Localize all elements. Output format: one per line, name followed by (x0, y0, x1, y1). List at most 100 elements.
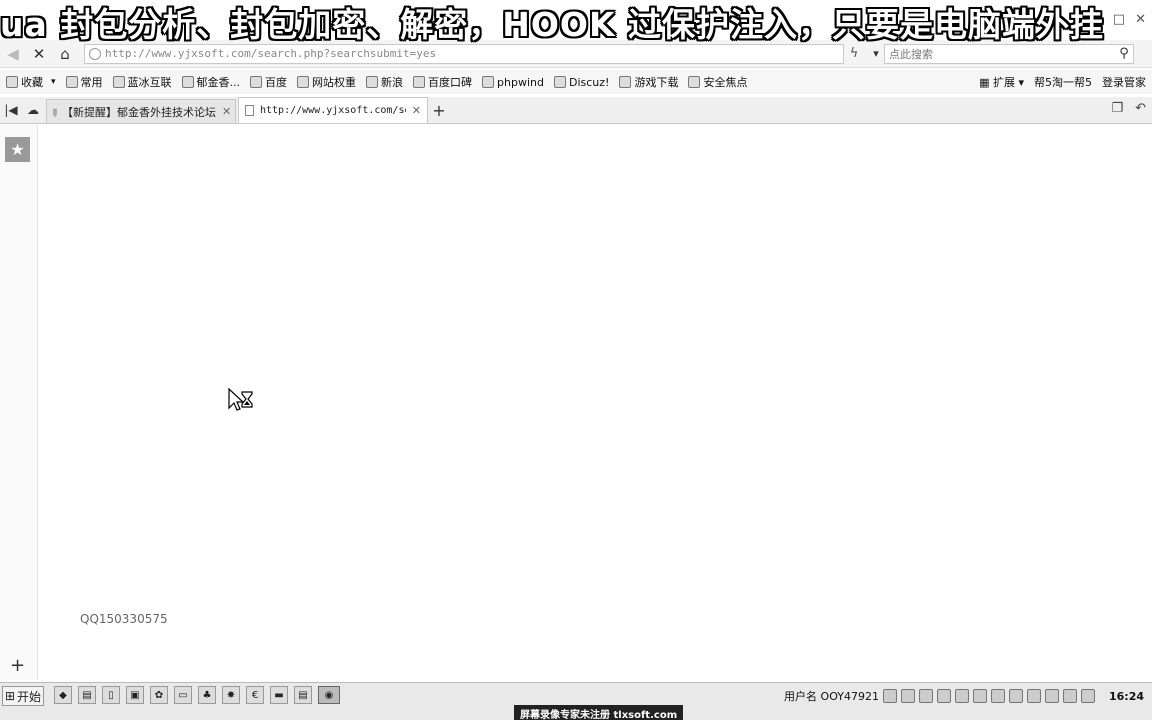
tray-icon[interactable] (1062, 689, 1077, 703)
system-tray: 用户名 OOY47921 16:24 (784, 685, 1152, 707)
site-icon (181, 76, 194, 88)
page-content: QQ150330575 (39, 125, 1152, 680)
bookmark-item[interactable]: Discuz! (553, 76, 609, 89)
tab-close-icon[interactable]: ✕ (412, 104, 421, 117)
help-button[interactable]: 帮5淘一帮5 (1034, 74, 1092, 90)
search-placeholder: 点此搜索 (889, 47, 933, 61)
tray-icon[interactable] (1044, 689, 1059, 703)
chevron-down-icon[interactable]: ▾ (51, 77, 56, 87)
bookmark-item[interactable]: 常用 (65, 74, 103, 90)
bookmarks-right: ▦ 扩展 ▾ 帮5淘一帮5 登录管家 (979, 70, 1146, 94)
tab-close-icon[interactable]: ✕ (222, 105, 231, 118)
app-icon[interactable]: ♣ (198, 686, 216, 704)
cloud-icon[interactable]: ☁ (22, 97, 44, 123)
close-window-icon[interactable]: ✕ (1135, 12, 1146, 27)
site-icon (297, 76, 310, 88)
tray-icon[interactable] (1026, 689, 1041, 703)
site-icon (413, 76, 426, 88)
url-input[interactable]: http://www.yjxsoft.com/search.php?search… (84, 43, 844, 64)
app-icon[interactable]: ✸ (222, 686, 240, 704)
stop-icon[interactable]: ✕ (26, 42, 52, 66)
menu-bar (0, 14, 1152, 40)
tray-icon[interactable] (990, 689, 1005, 703)
site-icon (553, 76, 566, 88)
qq-number: QQ150330575 (80, 612, 168, 626)
browser-window: – □ ✕ ua 封包分析、封包加密、解密，HOOK 过保护注入，只要是电脑端外… (0, 0, 1152, 720)
recorder-watermark: 屏幕录像专家未注册 tlxsoft.com (514, 705, 684, 720)
maximize-icon[interactable]: □ (1113, 12, 1125, 27)
app-icon[interactable]: ◆ (54, 686, 72, 704)
app-icon[interactable]: ▯ (102, 686, 120, 704)
site-icon (112, 76, 125, 88)
bookmark-icon (6, 76, 18, 88)
bookmark-item[interactable]: 郁金香... (181, 74, 240, 90)
tray-icon[interactable] (972, 689, 987, 703)
bookmark-item[interactable]: 百度口碑 (413, 74, 472, 90)
app-icon[interactable]: ▤ (294, 686, 312, 704)
windows-logo-icon: ⊞ (4, 689, 16, 703)
app-icon[interactable]: ▤ (78, 686, 96, 704)
bookmark-item[interactable]: 蓝冰互联 (112, 74, 172, 90)
site-icon (366, 76, 379, 88)
site-icon (482, 76, 495, 88)
sidebar-toggle-icon[interactable]: |◀ (0, 97, 22, 123)
sidebar: ★ + (0, 125, 38, 680)
tab-right-controls: ❐ ↶ (1111, 101, 1146, 116)
extensions-button[interactable]: ▦ 扩展 ▾ (979, 74, 1024, 90)
app-icon[interactable]: ▬ (270, 686, 288, 704)
bookmark-item[interactable]: 百度 (250, 74, 287, 90)
app-icon[interactable]: ▣ (126, 686, 144, 704)
star-icon[interactable]: ★ (5, 137, 30, 162)
site-icon (250, 76, 263, 88)
bookmark-item[interactable]: phpwind (482, 76, 544, 89)
username-label: 用户名 OOY47921 (784, 690, 879, 703)
browser-task-icon[interactable]: ◉ (318, 686, 340, 704)
new-tab-button[interactable]: + (428, 97, 450, 123)
tray-icon[interactable] (1080, 689, 1095, 703)
globe-icon (89, 47, 101, 60)
tab-bar: |◀ ☁ 【新提醒】郁金香外挂技术论坛 ✕ http://www.yjxsoft… (0, 97, 1152, 124)
clock: 16:24 (1108, 689, 1144, 703)
bookmark-item[interactable]: 收藏 ▾ (6, 74, 56, 90)
app-icon[interactable]: ✿ (150, 686, 168, 704)
page-icon (245, 105, 254, 116)
app-icon[interactable]: € (246, 686, 264, 704)
search-engine-dropdown-icon[interactable]: ▾ (868, 47, 884, 60)
tray-icon[interactable] (936, 689, 951, 703)
search-input[interactable]: 点此搜索 ⚲ (884, 43, 1134, 64)
minimize-icon[interactable]: – (1096, 12, 1103, 27)
speed-mode-icon[interactable]: ϟ (844, 46, 864, 61)
bookmark-item[interactable]: 安全焦点 (688, 74, 747, 90)
undo-icon[interactable]: ↶ (1135, 101, 1146, 116)
sidebar-add-button[interactable]: + (10, 655, 25, 676)
app-icon[interactable]: ▭ (174, 686, 192, 704)
loading-icon (53, 106, 57, 117)
tray-icon[interactable] (900, 689, 915, 703)
search-area: ▾ 点此搜索 ⚲ (868, 43, 1134, 64)
shield-icon (619, 76, 632, 88)
home-icon[interactable]: ⌂ (52, 42, 78, 66)
folder-icon (65, 76, 78, 88)
volume-icon[interactable] (1008, 689, 1023, 703)
taskbar: ⊞ 开始 ◆ ▤ ▯ ▣ ✿ ▭ ♣ ✸ € ▬ ▤ ◉ 用户名 OOY4792… (0, 682, 1152, 720)
bookmark-item[interactable]: 游戏下载 (619, 74, 678, 90)
grid-icon: ▦ (979, 76, 993, 89)
bookmark-item[interactable]: 新浪 (366, 74, 403, 90)
tray-icon[interactable] (954, 689, 969, 703)
bookmarks-bar: 收藏 ▾ 常用 蓝冰互联 郁金香... 百度 网站权重 新浪 百度口碑 phpwi… (0, 70, 1152, 94)
tray-icon[interactable] (882, 689, 897, 703)
page-icon (688, 76, 701, 88)
address-bar-row: ◀ ✕ ⌂ http://www.yjxsoft.com/search.php?… (0, 40, 1152, 68)
quick-launch: ◆ ▤ ▯ ▣ ✿ ▭ ♣ ✸ € ▬ ▤ ◉ (54, 686, 340, 704)
login-manager-button[interactable]: 登录管家 (1102, 74, 1146, 90)
tab-forum[interactable]: 【新提醒】郁金香外挂技术论坛 ✕ (46, 99, 236, 123)
back-arrow-icon[interactable]: ◀ (0, 42, 26, 66)
search-icon[interactable]: ⚲ (1115, 46, 1133, 61)
bookmark-item[interactable]: 网站权重 (297, 74, 356, 90)
start-button[interactable]: ⊞ 开始 (2, 686, 44, 706)
restore-tabs-icon[interactable]: ❐ (1111, 101, 1123, 116)
tray-icon[interactable] (918, 689, 933, 703)
url-text: http://www.yjxsoft.com/search.php?search… (105, 47, 437, 60)
tab-search[interactable]: http://www.yjxsoft.com/search ✕ (238, 97, 428, 123)
window-controls: – □ ✕ (1096, 12, 1146, 27)
